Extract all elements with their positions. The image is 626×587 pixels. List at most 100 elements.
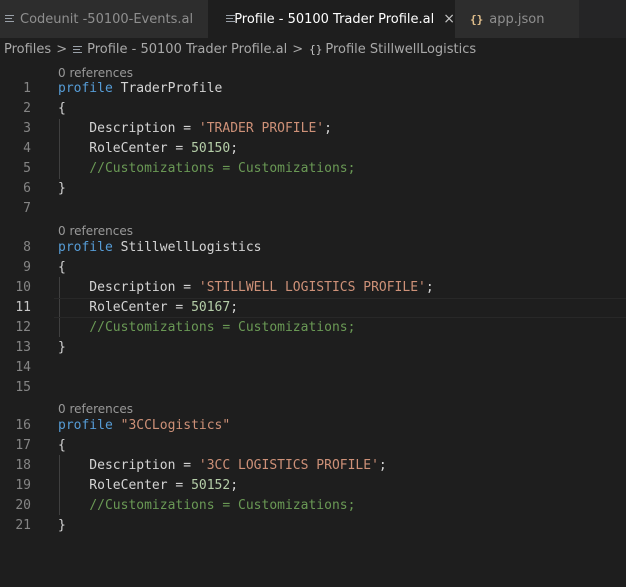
code-token: ; xyxy=(378,458,387,473)
code-line[interactable]: 3 Description = 'TRADER PROFILE'; xyxy=(0,119,626,139)
code-text: RoleCenter = 50152; xyxy=(58,476,238,496)
code-text: Description = 'TRADER PROFILE'; xyxy=(58,119,332,139)
code-token: "3CCLogistics" xyxy=(120,418,231,433)
line-number: 15 xyxy=(15,380,31,395)
code-token: 'STILLWELL LOGISTICS PROFILE' xyxy=(198,280,426,295)
chevron-right-icon: > xyxy=(292,41,304,57)
code-line[interactable]: 2{ xyxy=(0,99,626,119)
symbol-braces-icon: {} xyxy=(309,42,323,56)
line-number: 4 xyxy=(23,141,31,156)
code-token: Description = xyxy=(58,458,199,473)
line-number: 19 xyxy=(15,478,31,493)
chevron-right-icon: > xyxy=(56,41,68,57)
json-braces-icon: {} xyxy=(470,12,484,26)
code-line[interactable]: 9{ xyxy=(0,258,626,278)
code-line[interactable]: 10 Description = 'STILLWELL LOGISTICS PR… xyxy=(0,278,626,298)
code-text: { xyxy=(58,99,66,119)
code-token: ; xyxy=(230,478,239,493)
line-number: 8 xyxy=(23,240,31,255)
code-token: 50150 xyxy=(191,141,231,156)
line-number: 3 xyxy=(23,121,31,136)
code-line[interactable]: 5 //Customizations = Customizations; xyxy=(0,159,626,179)
code-token: } xyxy=(58,518,66,533)
code-line[interactable]: 21} xyxy=(0,516,626,536)
code-line[interactable]: 17 { xyxy=(0,436,626,456)
code-text: Description = 'STILLWELL LOGISTICS PROFI… xyxy=(58,278,434,298)
code-token: profile xyxy=(58,81,113,96)
line-number: 10 xyxy=(15,280,31,295)
tab-app-json[interactable]: {} app.json xyxy=(455,0,579,38)
code-token: profile xyxy=(58,240,113,255)
code-line[interactable]: 6} xyxy=(0,179,626,199)
line-number: 16 xyxy=(15,418,31,433)
code-line[interactable]: 1 profile TraderProfile xyxy=(0,79,626,99)
code-token: //Customizations = Customizations; xyxy=(89,498,356,513)
code-token: Description = xyxy=(58,280,199,295)
tab-label: Profile - 50100 Trader Profile.al xyxy=(234,11,435,27)
code-text: } xyxy=(58,338,66,358)
code-token: { xyxy=(58,438,66,453)
tab-trader-profile[interactable]: Profile - 50100 Trader Profile.al × xyxy=(208,0,455,38)
breadcrumb-symbol[interactable]: Profile StillwellLogistics xyxy=(325,42,476,57)
code-text: profile StillwellLogistics xyxy=(58,238,262,258)
code-token: } xyxy=(58,181,66,196)
code-line[interactable]: 20 //Customizations = Customizations; xyxy=(0,496,626,516)
tab-label: Codeunit -50100-Events.al xyxy=(20,11,194,27)
code-line[interactable]: 19 RoleCenter = 50152; xyxy=(0,476,626,496)
line-number: 13 xyxy=(15,340,31,355)
line-number: 7 xyxy=(23,201,31,216)
code-line[interactable]: 11 RoleCenter = 50167; xyxy=(0,298,626,318)
code-token: ; xyxy=(425,280,434,295)
file-lines-icon xyxy=(73,46,83,54)
code-text: { xyxy=(58,436,66,456)
code-line[interactable]: 18 Description = '3CC LOGISTICS PROFILE'… xyxy=(0,456,626,476)
close-icon[interactable]: × xyxy=(443,11,455,27)
code-text: //Customizations = Customizations; xyxy=(58,159,355,179)
code-token: RoleCenter = xyxy=(58,300,192,315)
code-line[interactable]: 13} xyxy=(0,338,626,358)
line-number: 6 xyxy=(23,181,31,196)
code-line[interactable]: 8 profile StillwellLogistics xyxy=(0,238,626,258)
tab-codeunit-events[interactable]: Codeunit -50100-Events.al xyxy=(0,0,208,38)
line-number: 14 xyxy=(15,360,31,375)
code-line[interactable]: 16 profile "3CCLogistics" xyxy=(0,416,626,436)
code-token: //Customizations = Customizations; xyxy=(89,161,356,176)
code-line[interactable]: 4 RoleCenter = 50150; xyxy=(0,139,626,159)
code-text: Description = '3CC LOGISTICS PROFILE'; xyxy=(58,456,387,476)
code-token: TraderProfile xyxy=(112,81,223,96)
breadcrumb-file[interactable]: Profile - 50100 Trader Profile.al xyxy=(87,42,287,57)
code-line[interactable]: 12 //Customizations = Customizations; xyxy=(0,318,626,338)
file-lines-icon xyxy=(5,15,14,23)
code-line[interactable]: 14 xyxy=(0,358,626,378)
breadcrumb: Profiles > Profile - 50100 Trader Profil… xyxy=(0,38,626,60)
code-text: //Customizations = Customizations; xyxy=(58,318,355,338)
line-number: 12 xyxy=(15,320,31,335)
code-line[interactable]: 7 xyxy=(0,199,626,219)
codelens-references[interactable]: 0 references xyxy=(0,220,626,240)
line-number: 21 xyxy=(15,518,31,533)
line-number: 2 xyxy=(23,101,31,116)
code-text: RoleCenter = 50167; xyxy=(58,298,238,318)
code-text: profile TraderProfile xyxy=(58,79,222,99)
code-editor[interactable]: 0 references 0 references 0 references 1… xyxy=(0,60,626,587)
code-token: StillwellLogistics xyxy=(112,240,262,255)
code-text: RoleCenter = 50150; xyxy=(58,139,238,159)
tab-label: app.json xyxy=(489,11,545,27)
codelens-references[interactable]: 0 references xyxy=(0,398,626,418)
code-token: { xyxy=(58,260,66,275)
code-text: } xyxy=(58,179,66,199)
code-token: RoleCenter = xyxy=(58,141,192,156)
line-number: 20 xyxy=(15,498,31,513)
line-number: 1 xyxy=(23,81,31,96)
code-token: ; xyxy=(230,300,239,315)
file-lines-icon xyxy=(226,15,235,23)
code-line[interactable]: 15 xyxy=(0,378,626,398)
code-text: profile "3CCLogistics" xyxy=(58,416,230,436)
line-number: 17 xyxy=(15,438,31,453)
breadcrumb-profiles[interactable]: Profiles xyxy=(4,42,51,57)
code-token: Description = xyxy=(58,121,199,136)
code-token: } xyxy=(58,340,66,355)
